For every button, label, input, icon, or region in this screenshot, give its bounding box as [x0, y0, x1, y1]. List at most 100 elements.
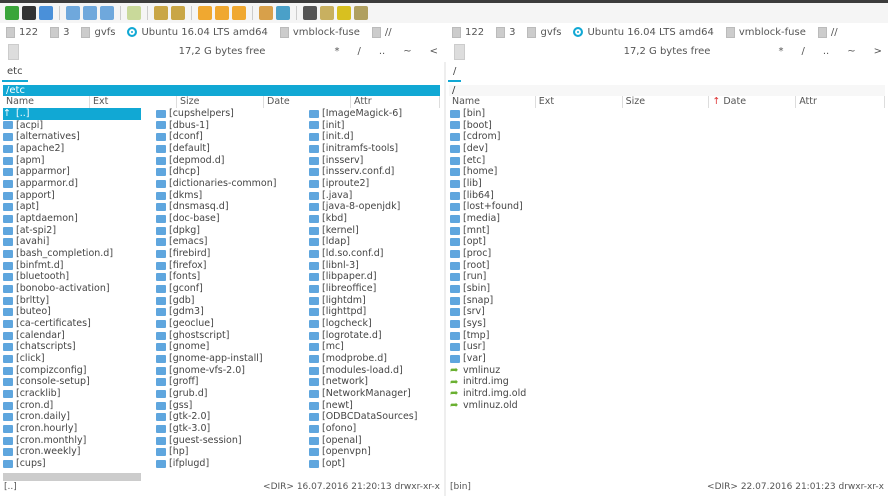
list-item[interactable]: [chatscripts]	[3, 341, 141, 353]
column-header-date[interactable]: Date	[264, 96, 351, 108]
column-header-attr[interactable]: Attr	[351, 96, 440, 108]
tab-root[interactable]: /	[448, 66, 462, 82]
list-item[interactable]: [lost+found]	[450, 201, 523, 213]
list-item[interactable]: [firebird]	[156, 248, 294, 260]
list-item[interactable]: [ofono]	[309, 423, 447, 435]
list-item[interactable]: [gdb]	[156, 295, 294, 307]
list-item[interactable]: [dhcp]	[156, 166, 294, 178]
list-item[interactable]: [sbin]	[450, 283, 490, 295]
list-item[interactable]: [gss]	[156, 400, 294, 412]
column-header-ext[interactable]: Ext	[536, 96, 623, 108]
nav-button[interactable]: ~	[403, 46, 411, 57]
nav-button[interactable]: /	[357, 46, 360, 57]
list-item[interactable]: [openvpn]	[309, 446, 447, 458]
column-header-ext[interactable]: Ext	[90, 96, 177, 108]
copy-right-icon[interactable]	[171, 6, 185, 20]
nav-button[interactable]: <	[430, 46, 438, 57]
list-item[interactable]: [srv]	[450, 306, 485, 318]
list-item[interactable]: [insserv.conf.d]	[309, 166, 447, 178]
list-item[interactable]: [.java]	[309, 190, 447, 202]
list-item[interactable]: [opt]	[309, 458, 447, 470]
drive-button[interactable]: 3	[50, 26, 69, 38]
list-item[interactable]: [grub.d]	[156, 388, 294, 400]
list-item[interactable]: [ghostscript]	[156, 330, 294, 342]
list-item[interactable]: [root]	[450, 260, 489, 272]
list-item[interactable]: [media]	[450, 213, 500, 225]
thumbnail-view-icon[interactable]	[100, 6, 114, 20]
horizontal-scrollbar[interactable]	[3, 473, 141, 481]
tab-etc[interactable]: etc	[2, 66, 28, 82]
list-item[interactable]: [calendar]	[3, 330, 141, 342]
list-item[interactable]: [mnt]	[450, 225, 489, 237]
list-item[interactable]: [fonts]	[156, 271, 294, 283]
plugin-b-icon[interactable]	[215, 6, 229, 20]
list-item[interactable]: [depmod.d]	[156, 155, 294, 167]
list-item[interactable]: [at-spi2]	[3, 225, 141, 237]
list-item[interactable]: [ldap]	[309, 236, 447, 248]
list-item[interactable]: [NetworkManager]	[309, 388, 447, 400]
list-item[interactable]: [firefox]	[156, 260, 294, 272]
list-item[interactable]: [cups]	[3, 458, 141, 470]
nav-button[interactable]: >	[874, 46, 882, 57]
list-item[interactable]: [gtk-2.0]	[156, 411, 294, 423]
left-path[interactable]: /etc	[3, 85, 440, 96]
list-item[interactable]: [binfmt.d]	[3, 260, 141, 272]
copy-left-icon[interactable]	[154, 6, 168, 20]
list-item[interactable]: [console-setup]	[3, 376, 141, 388]
list-item[interactable]: [var]	[450, 353, 486, 365]
list-item[interactable]: [dkms]	[156, 190, 294, 202]
list-item[interactable]: [gnome]	[156, 341, 294, 353]
list-item[interactable]: [buteo]	[3, 306, 141, 318]
list-item[interactable]: [gnome-vfs-2.0]	[156, 365, 294, 377]
nav-button[interactable]: ..	[379, 46, 385, 57]
drive-button[interactable]: 122	[452, 26, 484, 38]
list-item[interactable]: [emacs]	[156, 236, 294, 248]
list-item[interactable]: [alternatives]	[3, 131, 141, 143]
list-item[interactable]: [libpaper.d]	[309, 271, 447, 283]
list-item[interactable]: [kernel]	[309, 225, 447, 237]
column-header-size[interactable]: Size	[623, 96, 710, 108]
nav-button[interactable]: ~	[847, 46, 855, 57]
list-item[interactable]: [logcheck]	[309, 318, 447, 330]
list-item[interactable]: [cron.monthly]	[3, 435, 141, 447]
list-item[interactable]: [dictionaries-common]	[156, 178, 294, 190]
drive-button[interactable]: Ubuntu 16.04 LTS amd64	[127, 27, 268, 38]
list-item[interactable]: [apparmor]	[3, 166, 141, 178]
list-item[interactable]: [ld.so.conf.d]	[309, 248, 447, 260]
list-item[interactable]: [mc]	[309, 341, 447, 353]
list-item[interactable]: [cron.weekly]	[3, 446, 141, 458]
list-item[interactable]: [groff]	[156, 376, 294, 388]
list-item[interactable]: [gtk-3.0]	[156, 423, 294, 435]
list-item[interactable]: [click]	[3, 353, 141, 365]
list-item[interactable]: [compizconfig]	[3, 365, 141, 377]
column-header-name[interactable]: Name	[449, 96, 536, 108]
list-item[interactable]: [dnsmasq.d]	[156, 201, 294, 213]
list-item[interactable]: [newt]	[309, 400, 447, 412]
list-item[interactable]: [acpi]	[3, 120, 141, 132]
list-item[interactable]: [snap]	[450, 295, 493, 307]
list-item[interactable]: [iproute2]	[309, 178, 447, 190]
search-icon[interactable]	[303, 6, 317, 20]
list-item[interactable]: [insserv]	[309, 155, 447, 167]
list-item[interactable]: [aptdaemon]	[3, 213, 141, 225]
column-header-size[interactable]: Size	[177, 96, 264, 108]
list-item[interactable]: [lib]	[450, 178, 482, 190]
list-item[interactable]: [network]	[309, 376, 447, 388]
list-item[interactable]: [lightdm]	[309, 295, 447, 307]
list-item[interactable]: [brltty]	[3, 295, 141, 307]
list-item[interactable]: [init]	[309, 120, 447, 132]
refresh-icon[interactable]	[5, 6, 19, 20]
list-item[interactable]: [apache2]	[3, 143, 141, 155]
plugin-c-icon[interactable]	[232, 6, 246, 20]
list-item[interactable]: [proc]	[450, 248, 491, 260]
list-item[interactable]: [modules-load.d]	[309, 365, 447, 377]
drive-button[interactable]: //	[371, 26, 392, 38]
list-item[interactable]: [default]	[156, 143, 294, 155]
sync-dirs-icon[interactable]	[337, 6, 351, 20]
list-item[interactable]: [lib64]	[450, 190, 494, 202]
list-item[interactable]: [cron.hourly]	[3, 423, 141, 435]
list-item[interactable]: [dev]	[450, 143, 488, 155]
nav-button[interactable]: /	[801, 46, 804, 57]
list-item[interactable]: [gconf]	[156, 283, 294, 295]
list-item[interactable]: ↑ [..]	[3, 108, 141, 120]
